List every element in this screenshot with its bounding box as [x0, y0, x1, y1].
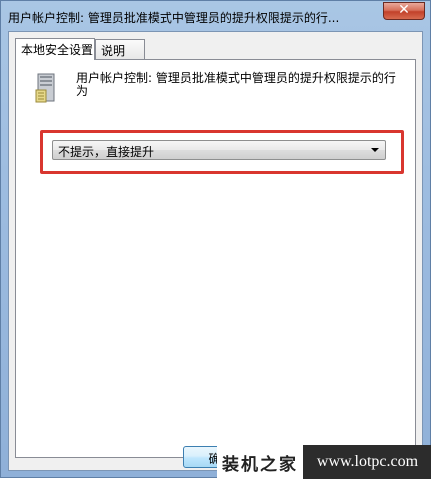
- close-button[interactable]: ✕: [383, 2, 425, 20]
- server-icon: [35, 73, 55, 103]
- tab-local-security-setting[interactable]: 本地安全设置: [15, 38, 95, 60]
- close-icon: ✕: [398, 2, 410, 18]
- window-title: 用户帐户控制: 管理员批准模式中管理员的提升权限提示的行...: [8, 11, 340, 25]
- dialog-window: 用户帐户控制: 管理员批准模式中管理员的提升权限提示的行... ✕ 本地安全设置…: [0, 0, 431, 479]
- tab-panel: 用户帐户控制: 管理员批准模式中管理员的提升权限提示的行为 不提示，直接提升: [15, 59, 416, 458]
- watermark-url: www.lotpc.com: [303, 445, 431, 479]
- dialog-client-area: 本地安全设置 说明 用户帐户控制: 管理员批准模式中管理员的提升权限提示的行为 …: [8, 31, 423, 471]
- policy-title: 用户帐户控制: 管理员批准模式中管理员的提升权限提示的行为: [76, 71, 396, 98]
- select-value: 不提示，直接提升: [58, 145, 155, 159]
- chevron-down-icon[interactable]: [371, 148, 379, 152]
- title-bar[interactable]: 用户帐户控制: 管理员批准模式中管理员的提升权限提示的行... ✕: [1, 1, 430, 31]
- highlight-frame: 不提示，直接提升: [40, 130, 404, 174]
- watermark: 装机之家 www.lotpc.com: [217, 445, 431, 479]
- prompt-behavior-select[interactable]: 不提示，直接提升: [52, 140, 386, 160]
- watermark-site-name: 装机之家: [217, 445, 303, 479]
- tab-explain[interactable]: 说明: [95, 39, 145, 59]
